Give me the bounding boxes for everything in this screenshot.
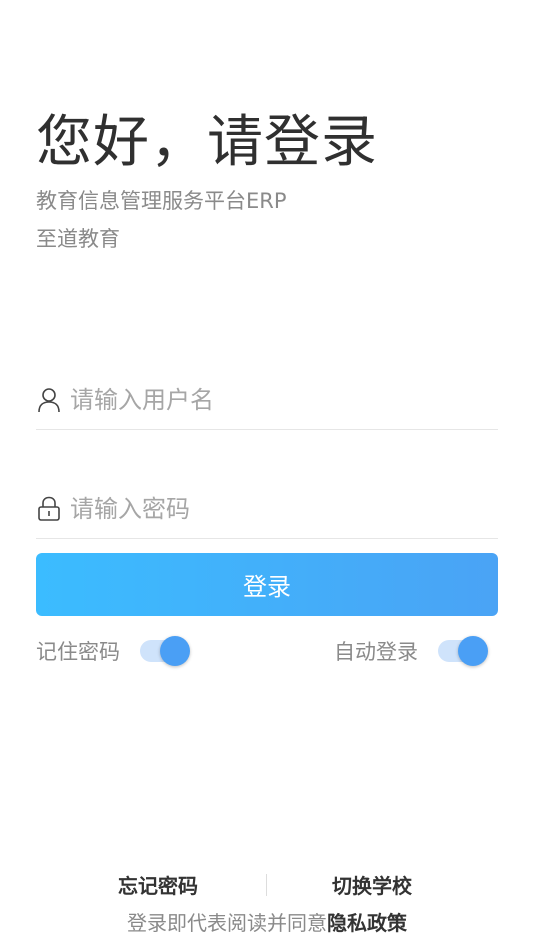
- username-field[interactable]: [36, 370, 498, 430]
- organization-name: 至道教育: [36, 227, 120, 251]
- remember-password-option: 记住密码: [36, 633, 190, 669]
- lock-icon: [36, 496, 62, 522]
- password-input[interactable]: [70, 494, 490, 523]
- remember-password-toggle[interactable]: [140, 636, 190, 666]
- password-field[interactable]: [36, 479, 498, 539]
- footer-links: 忘记密码 切换学校: [0, 870, 534, 900]
- auto-login-toggle[interactable]: [438, 636, 488, 666]
- switch-school-link[interactable]: 切换学校: [332, 870, 412, 899]
- footer-divider: [266, 874, 267, 896]
- login-button[interactable]: 登录: [36, 553, 498, 616]
- user-icon: [36, 387, 62, 413]
- privacy-policy-link[interactable]: 隐私政策: [327, 911, 407, 935]
- remember-password-label: 记住密码: [36, 640, 120, 664]
- page-title: 您好，请登录: [36, 110, 378, 175]
- agreement-prefix: 登录即代表阅读并同意: [127, 911, 327, 935]
- toggle-knob: [458, 636, 488, 666]
- platform-subtitle: 教育信息管理服务平台ERP: [36, 189, 287, 213]
- toggle-knob: [160, 636, 190, 666]
- agreement-text: 登录即代表阅读并同意隐私政策: [0, 907, 534, 936]
- username-input[interactable]: [70, 385, 490, 414]
- auto-login-label: 自动登录: [334, 640, 418, 664]
- auto-login-option: 自动登录: [334, 633, 488, 669]
- forgot-password-link[interactable]: 忘记密码: [118, 870, 198, 899]
